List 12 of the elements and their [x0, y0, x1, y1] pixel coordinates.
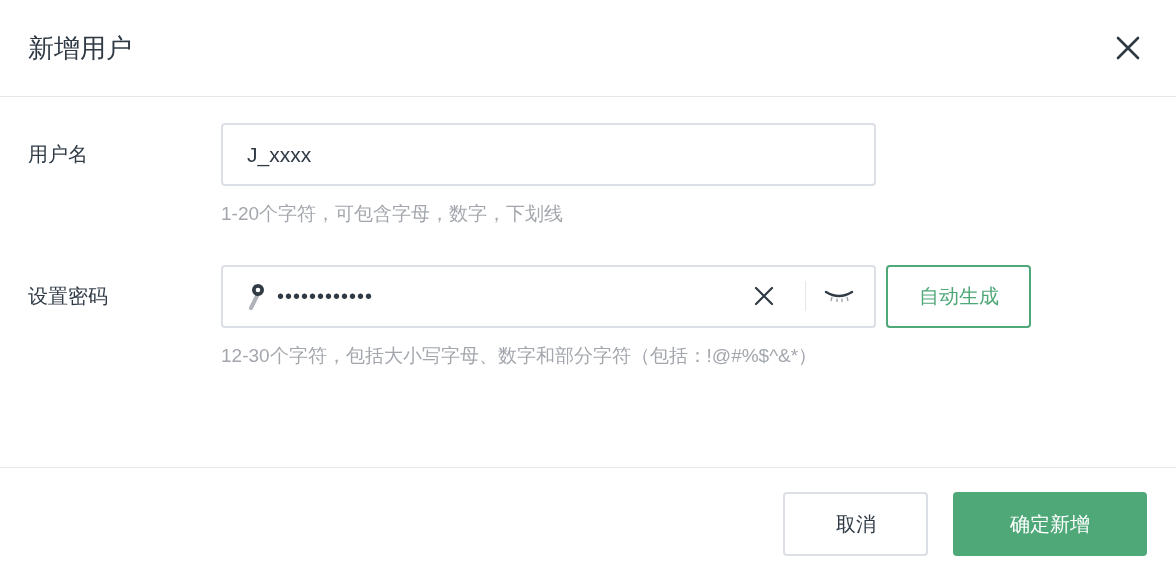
- dialog-title: 新增用户: [28, 31, 132, 65]
- eye-closed-icon[interactable]: [824, 288, 854, 304]
- close-icon[interactable]: [1114, 34, 1142, 62]
- password-field[interactable]: ••••••••••••: [221, 264, 876, 328]
- field-hint: 1-20个字符，可包含字母，数字，下划线: [221, 202, 565, 226]
- field-label: 用户名: [28, 142, 88, 167]
- text-field[interactable]: J_xxxx: [221, 123, 876, 186]
- field-hint: 12-30个字符，包括大小写字母、数字和部分字符（包括：!@#%$^&*）: [221, 343, 819, 368]
- key-icon: [247, 282, 267, 310]
- clear-icon[interactable]: [754, 286, 774, 306]
- field-label: 设置密码: [28, 283, 108, 309]
- cancel-button[interactable]: 取消: [783, 492, 928, 556]
